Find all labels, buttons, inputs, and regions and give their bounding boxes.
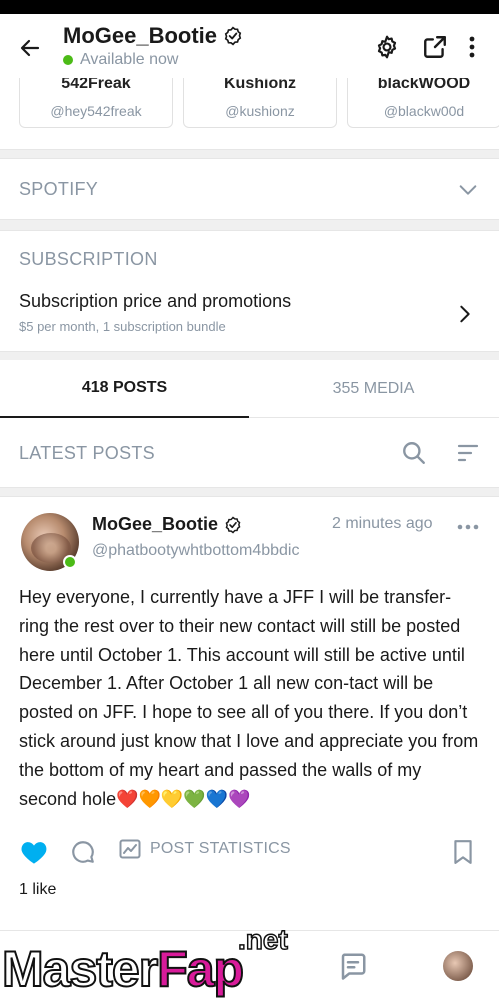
availability-status: Available now — [63, 51, 178, 69]
tab-posts[interactable]: 418 POSTS — [0, 360, 249, 418]
settings-button[interactable] — [372, 32, 402, 62]
post-statistics-button[interactable]: POST STATISTICS — [118, 837, 291, 861]
search-icon[interactable] — [401, 440, 427, 466]
suggested-creators: 542Freak @hey542freak Kushionz @kushionz… — [0, 78, 499, 150]
heart-icon — [21, 842, 47, 864]
post-timestamp: 2 minutes ago — [332, 515, 433, 532]
back-button[interactable] — [14, 32, 46, 64]
divider — [0, 352, 499, 360]
chevron-down-icon — [459, 185, 477, 195]
like-button[interactable] — [20, 839, 48, 865]
verified-icon — [225, 515, 241, 534]
messages-icon[interactable] — [338, 951, 368, 981]
statistics-icon — [119, 839, 141, 859]
post-text: Hey everyone, I currently have a JFF I w… — [19, 587, 479, 809]
gear-icon — [377, 35, 397, 59]
arrow-left-icon — [20, 39, 40, 57]
share-button[interactable] — [420, 32, 450, 62]
bookmark-button[interactable] — [452, 839, 474, 865]
post-handle[interactable]: @phatbootywhtbottom4bbdic — [92, 542, 299, 560]
sort-icon[interactable] — [455, 441, 481, 465]
post-actions: POST STATISTICS — [0, 835, 499, 869]
likes-count[interactable]: 1 like — [19, 881, 56, 899]
more-vertical-icon — [469, 36, 475, 58]
subscription-title: Subscription price and promotions — [19, 291, 292, 311]
content-tabs: 418 POSTS 355 MEDIA — [0, 360, 499, 418]
bookmark-icon — [454, 840, 472, 864]
creator-card[interactable]: 542Freak @hey542freak — [19, 78, 173, 128]
online-indicator — [63, 55, 73, 65]
profile-name: MoGee_Bootie — [63, 23, 218, 48]
latest-posts-label: LATEST POSTS — [19, 443, 155, 463]
subscription-section: SUBSCRIPTION Subscription price and prom… — [0, 230, 499, 352]
post-card: MoGee_Bootie @phatbootywhtbottom4bbdic 2… — [0, 496, 499, 920]
creator-card[interactable]: Kushionz @kushionz — [183, 78, 337, 128]
comment-icon — [72, 841, 94, 863]
latest-posts-bar: LATEST POSTS — [0, 418, 499, 488]
comment-button[interactable] — [70, 839, 96, 865]
spotify-label: SPOTIFY — [19, 179, 99, 199]
post-author[interactable]: MoGee_Bootie — [92, 514, 242, 535]
spotify-section[interactable]: SPOTIFY — [0, 158, 499, 220]
share-icon — [424, 36, 446, 58]
more-horizontal-icon — [457, 524, 479, 530]
post-more-button[interactable] — [456, 519, 480, 537]
avatar[interactable] — [443, 951, 473, 981]
verified-icon — [224, 26, 242, 46]
chevron-right-icon — [460, 305, 470, 323]
creator-card[interactable]: blackWOOD @blackw00d — [347, 78, 499, 128]
watermark-logo: Master Fap .net — [1, 923, 289, 998]
divider — [0, 220, 499, 230]
divider — [0, 150, 499, 158]
page-title: MoGee_Bootie — [63, 23, 243, 49]
profile-header: MoGee_Bootie Available now — [0, 14, 499, 78]
status-bar — [0, 0, 499, 14]
subscription-promotions-link[interactable]: Subscription price and promotions $5 per… — [0, 283, 499, 345]
divider — [0, 488, 499, 496]
subscription-label: SUBSCRIPTION — [19, 249, 158, 269]
subscription-description: $5 per month, 1 subscription bundle — [19, 319, 226, 334]
more-options-button[interactable] — [457, 32, 487, 62]
online-indicator — [63, 555, 77, 569]
tab-media[interactable]: 355 MEDIA — [249, 360, 498, 418]
